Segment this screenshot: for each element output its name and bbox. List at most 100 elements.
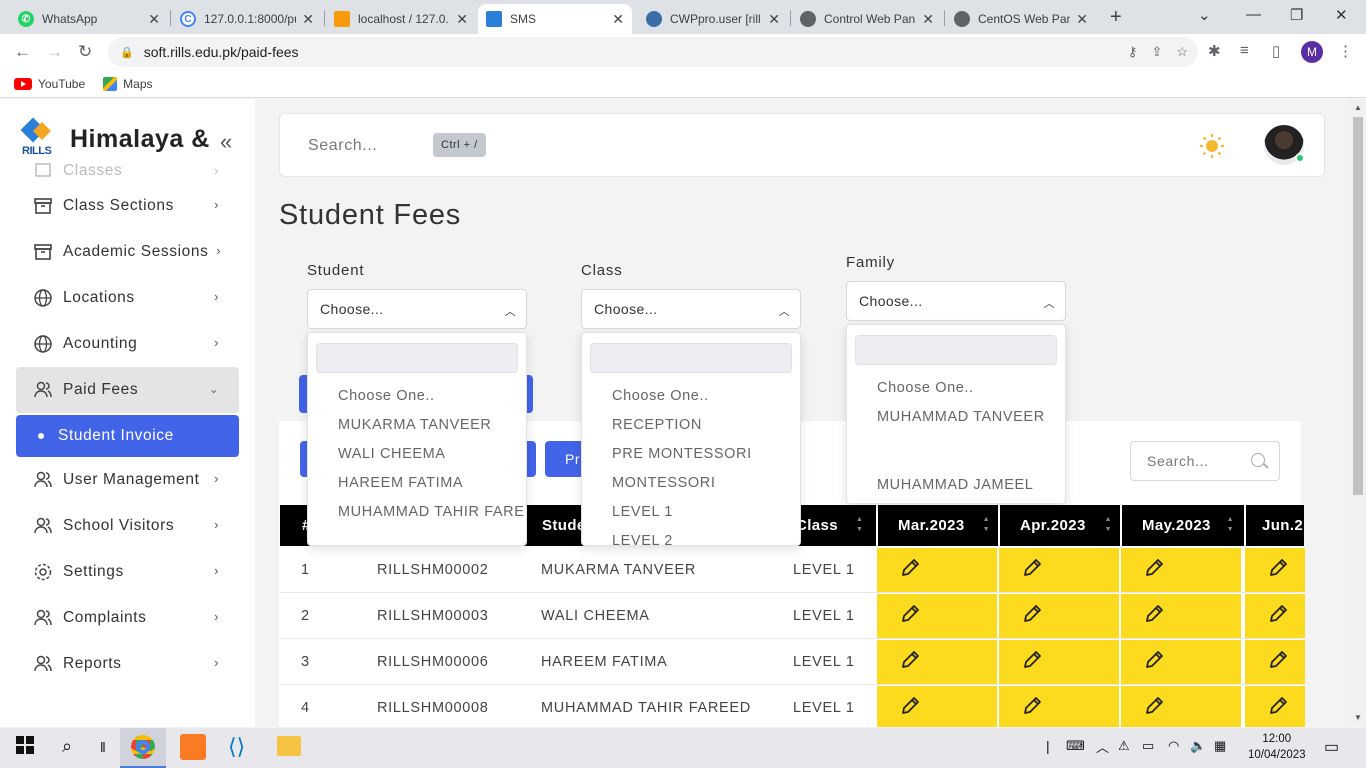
dropdown-option[interactable]: LEVEL 1 (582, 497, 800, 526)
dropdown-option[interactable]: PRE MONTESSORI (582, 439, 800, 468)
dropdown-option[interactable]: Choose One.. (582, 381, 800, 410)
battery-icon[interactable]: ▭ (1142, 738, 1154, 754)
close-tab-icon[interactable]: ✕ (456, 11, 468, 28)
pencil-icon[interactable] (1267, 603, 1289, 629)
tab-whatsapp[interactable]: ✆ WhatsApp ✕ (10, 4, 168, 34)
sidebar-item-acounting[interactable]: Acounting › (16, 321, 239, 367)
fee-cell-apr[interactable] (999, 640, 1119, 684)
sidebar-item-class-sections[interactable]: Class Sections › (16, 183, 239, 229)
tab-phpmyadmin[interactable]: localhost / 127.0. ✕ (326, 4, 476, 34)
pencil-icon[interactable] (1021, 603, 1043, 629)
family-dropdown-search[interactable] (855, 335, 1057, 365)
window-close-icon[interactable]: ✕ (1335, 6, 1348, 24)
dropdown-option[interactable]: Choose One.. (847, 373, 1065, 402)
sidebar-item-academic-sessions[interactable]: Academic Sessions › (16, 229, 239, 275)
family-select[interactable]: Choose... ︿ (846, 281, 1066, 321)
pencil-icon[interactable] (1267, 649, 1289, 675)
bookmark-star-icon[interactable]: ☆ (1176, 44, 1188, 60)
pencil-icon[interactable] (1143, 603, 1165, 629)
tab-control-web-panel[interactable]: Control Web Pan ✕ (792, 4, 942, 34)
pencil-icon[interactable] (1267, 695, 1289, 721)
th-student[interactable]: Stude (542, 505, 586, 546)
scroll-down-icon[interactable]: ▼ (1354, 713, 1362, 722)
minimize-icon[interactable]: — (1246, 6, 1261, 23)
chrome-taskbar-icon[interactable] (120, 728, 166, 768)
pencil-icon[interactable] (1267, 557, 1289, 583)
dropdown-option[interactable]: HAREEM FATIMA (308, 468, 526, 497)
student-dropdown-search[interactable] (316, 343, 518, 373)
sidebar-item-student-invoice[interactable]: Student Invoice (16, 415, 239, 457)
menu-icon[interactable]: ⋮ (1338, 42, 1353, 60)
keyboard-icon[interactable]: ⌨ (1066, 738, 1085, 754)
fee-cell-may[interactable] (1121, 686, 1241, 727)
fee-cell-jun[interactable] (1245, 640, 1305, 684)
th-apr-2023[interactable]: Apr.2023 ▲ ▼ (998, 505, 1120, 546)
fee-cell-may[interactable] (1121, 548, 1241, 592)
class-select[interactable]: Choose... ︿ (581, 289, 801, 329)
dropdown-option[interactable]: MUHAMMAD TANVEER (847, 402, 1065, 431)
close-tab-icon[interactable]: ✕ (148, 11, 160, 28)
double-chevron-left-icon[interactable]: « (220, 129, 232, 155)
keyboard-layout-icon[interactable]: ▦ (1214, 738, 1226, 754)
pencil-icon[interactable] (899, 649, 921, 675)
fee-cell-may[interactable] (1121, 594, 1241, 638)
pencil-icon[interactable] (1021, 557, 1043, 583)
vscode-icon[interactable]: ⟨⟩ (228, 734, 245, 760)
dropdown-option[interactable]: LEVEL 2 (582, 526, 800, 546)
fee-cell-mar[interactable] (877, 686, 997, 727)
xampp-icon[interactable] (180, 734, 206, 760)
sidebar-item-complaints[interactable]: Complaints › (16, 595, 239, 641)
close-tab-icon[interactable]: ✕ (1076, 11, 1088, 28)
reload-icon[interactable]: ↻ (78, 42, 92, 62)
fee-cell-apr[interactable] (999, 686, 1119, 727)
pencil-icon[interactable] (1143, 557, 1165, 583)
notification-icon[interactable]: ▭ (1324, 737, 1339, 757)
extensions-icon[interactable]: ✱ (1208, 42, 1221, 60)
dropdown-option[interactable]: Choose One.. (308, 381, 526, 410)
dropdown-option[interactable]: MUKARMA TANVEER (308, 410, 526, 439)
close-tab-icon[interactable]: ✕ (612, 11, 624, 28)
th-jun-2023[interactable]: Jun.2 (1244, 505, 1304, 546)
share-icon[interactable]: ⇪ (1151, 44, 1162, 60)
close-tab-icon[interactable]: ✕ (302, 11, 314, 28)
tab-cwppro[interactable]: CWPpro.user [rill ✕ (638, 4, 788, 34)
security-icon[interactable]: ⚠ (1118, 738, 1130, 754)
th-may-2023[interactable]: May.2023 ▲ ▼ (1120, 505, 1242, 546)
pencil-icon[interactable] (1143, 649, 1165, 675)
fee-cell-may[interactable] (1121, 640, 1241, 684)
sidebar-item-paid-fees[interactable]: Paid Fees ⌄ (16, 367, 239, 413)
pencil-icon[interactable] (1021, 695, 1043, 721)
brand[interactable]: RILLS Himalaya & (20, 117, 210, 159)
close-tab-icon[interactable]: ✕ (922, 11, 934, 28)
dropdown-option[interactable]: RECEPTION (582, 410, 800, 439)
address-bar[interactable]: 🔒 soft.rills.edu.pk/paid-fees ⚷ ⇪ ☆ (108, 37, 1198, 67)
fee-cell-jun[interactable] (1245, 594, 1305, 638)
sidebar-item-locations[interactable]: Locations › (16, 275, 239, 321)
user-avatar[interactable] (1264, 125, 1305, 165)
windows-start-icon[interactable] (16, 736, 34, 759)
th-class[interactable]: Class ▲ ▼ (796, 505, 863, 546)
wifi-icon[interactable]: ◠ (1168, 738, 1179, 754)
task-view-icon[interactable]: ‖ (100, 739, 106, 755)
key-icon[interactable]: ⚷ (1128, 44, 1138, 60)
tab-local-8000[interactable]: C 127.0.0.1:8000/pu ✕ (172, 4, 322, 34)
dropdown-option[interactable]: MONTESSORI (582, 468, 800, 497)
student-select[interactable]: Choose... ︿ (307, 289, 527, 329)
sidebar-item-user-management[interactable]: User Management › (16, 457, 239, 503)
pencil-icon[interactable] (899, 603, 921, 629)
sidebar-item-reports[interactable]: Reports › (16, 641, 239, 687)
file-explorer-icon[interactable] (277, 736, 301, 756)
tab-centos-web-panel[interactable]: CentOS Web Pan ✕ (946, 4, 1096, 34)
sort-icon[interactable]: ▲ ▼ (856, 515, 863, 535)
bookmark-youtube[interactable]: YouTube (14, 77, 85, 91)
th-mar-2023[interactable]: Mar.2023 ▲ ▼ (876, 505, 998, 546)
dropdown-option[interactable]: MUHAMMAD TAHIR FARE (308, 497, 526, 526)
forward-icon[interactable]: → (46, 42, 63, 62)
media-icon[interactable]: ≡ (1240, 42, 1249, 59)
fee-cell-mar[interactable] (877, 548, 997, 592)
bookmark-maps[interactable]: Maps (103, 76, 153, 91)
tab-sms[interactable]: SMS ✕ (478, 4, 632, 34)
fee-cell-mar[interactable] (877, 594, 997, 638)
tab-search-icon[interactable]: ⌄ (1198, 6, 1211, 24)
sun-icon[interactable] (1200, 134, 1224, 158)
